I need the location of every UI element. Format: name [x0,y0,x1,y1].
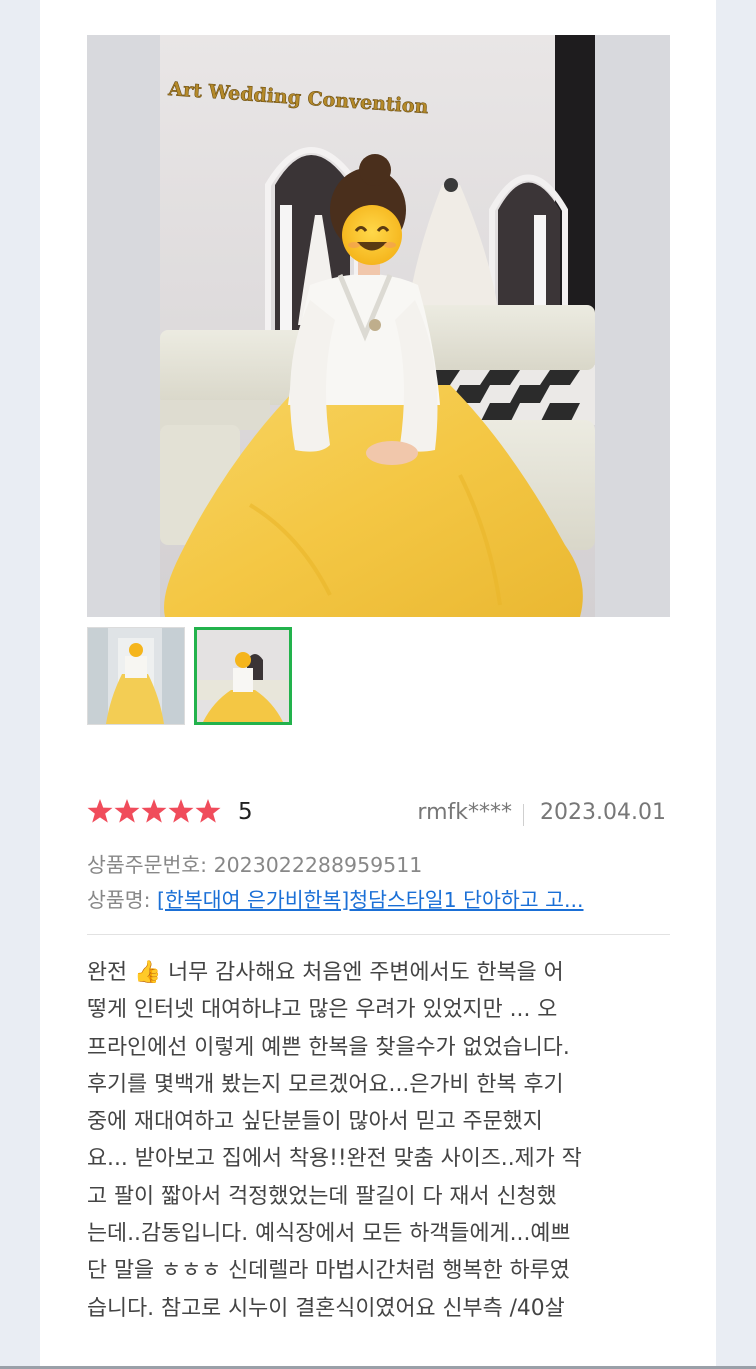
star-icon [114,799,140,823]
divider [87,934,670,935]
product-name-label: 상품명: [87,888,158,912]
review-line: 완전 👍 너무 감사해요 처음엔 주변에서도 한복을 어 [87,960,564,985]
order-number-value: 2023022288959511 [213,853,423,877]
rating-score: 5 [238,799,253,825]
review-date: 2023.04.01 [540,800,666,825]
review-line: 중에 재대여하고 싶단분들이 많아서 믿고 주문했지 [87,1109,543,1135]
review-line: 요... 받아보고 집에서 착용!!완전 맞춤 사이즈..제가 작 [87,1146,582,1172]
review-card: Art Wedding Convention 5 rmfk**** 2023.0… [40,0,716,1369]
product-name: 상품명: [한복대여 은가비한복]청담스타일1 단아하고 고... [87,883,670,913]
review-line: 단 말을 ㅎㅎㅎ 신데렐라 마법시간처럼 행복한 하루였 [87,1258,570,1284]
star-icon [195,799,221,823]
star-icon [168,799,194,823]
rating-row: 5 rmfk**** 2023.04.01 [87,796,670,832]
review-line: 프라인에선 이렇게 예쁜 한복을 찾을수가 없었습니다. [87,1034,570,1060]
review-main-photo[interactable]: Art Wedding Convention [87,35,670,617]
photo-thumbnail-1[interactable] [87,627,185,725]
order-number: 상품주문번호: 2023022288959511 [87,848,422,878]
review-line: 떻게 인터넷 대여하냐고 많은 우려가 있었지만 ... 오 [87,997,558,1023]
emoji-face-icon [342,205,402,265]
separator [523,804,524,826]
order-number-label: 상품주문번호: [87,853,214,877]
review-line: 고 팔이 짧아서 걱정했었는데 팔길이 다 재서 신청했 [87,1183,557,1209]
review-line: 습니다. 참고로 시누이 결혼식이였어요 신부측 /40살 [87,1295,565,1321]
star-rating [87,798,223,828]
photo-thumbnail-2[interactable] [194,627,292,725]
review-body: 완전 👍 너무 감사해요 처음엔 주변에서도 한복을 어 떻게 인터넷 대여하냐… [87,954,673,1327]
reviewer-id: rmfk**** [417,800,512,825]
product-link[interactable]: [한복대여 은가비한복]청담스타일1 단아하고 고... [157,888,583,912]
star-icon [87,799,113,823]
review-line: 는데..감동입니다. 예식장에서 모든 하객들에게...예쁘 [87,1221,571,1247]
star-icon [141,799,167,823]
hanbok-photo: Art Wedding Convention [160,35,595,617]
review-line: 후기를 몇백개 봤는지 모르겠어요...은가비 한복 후기 [87,1071,564,1097]
